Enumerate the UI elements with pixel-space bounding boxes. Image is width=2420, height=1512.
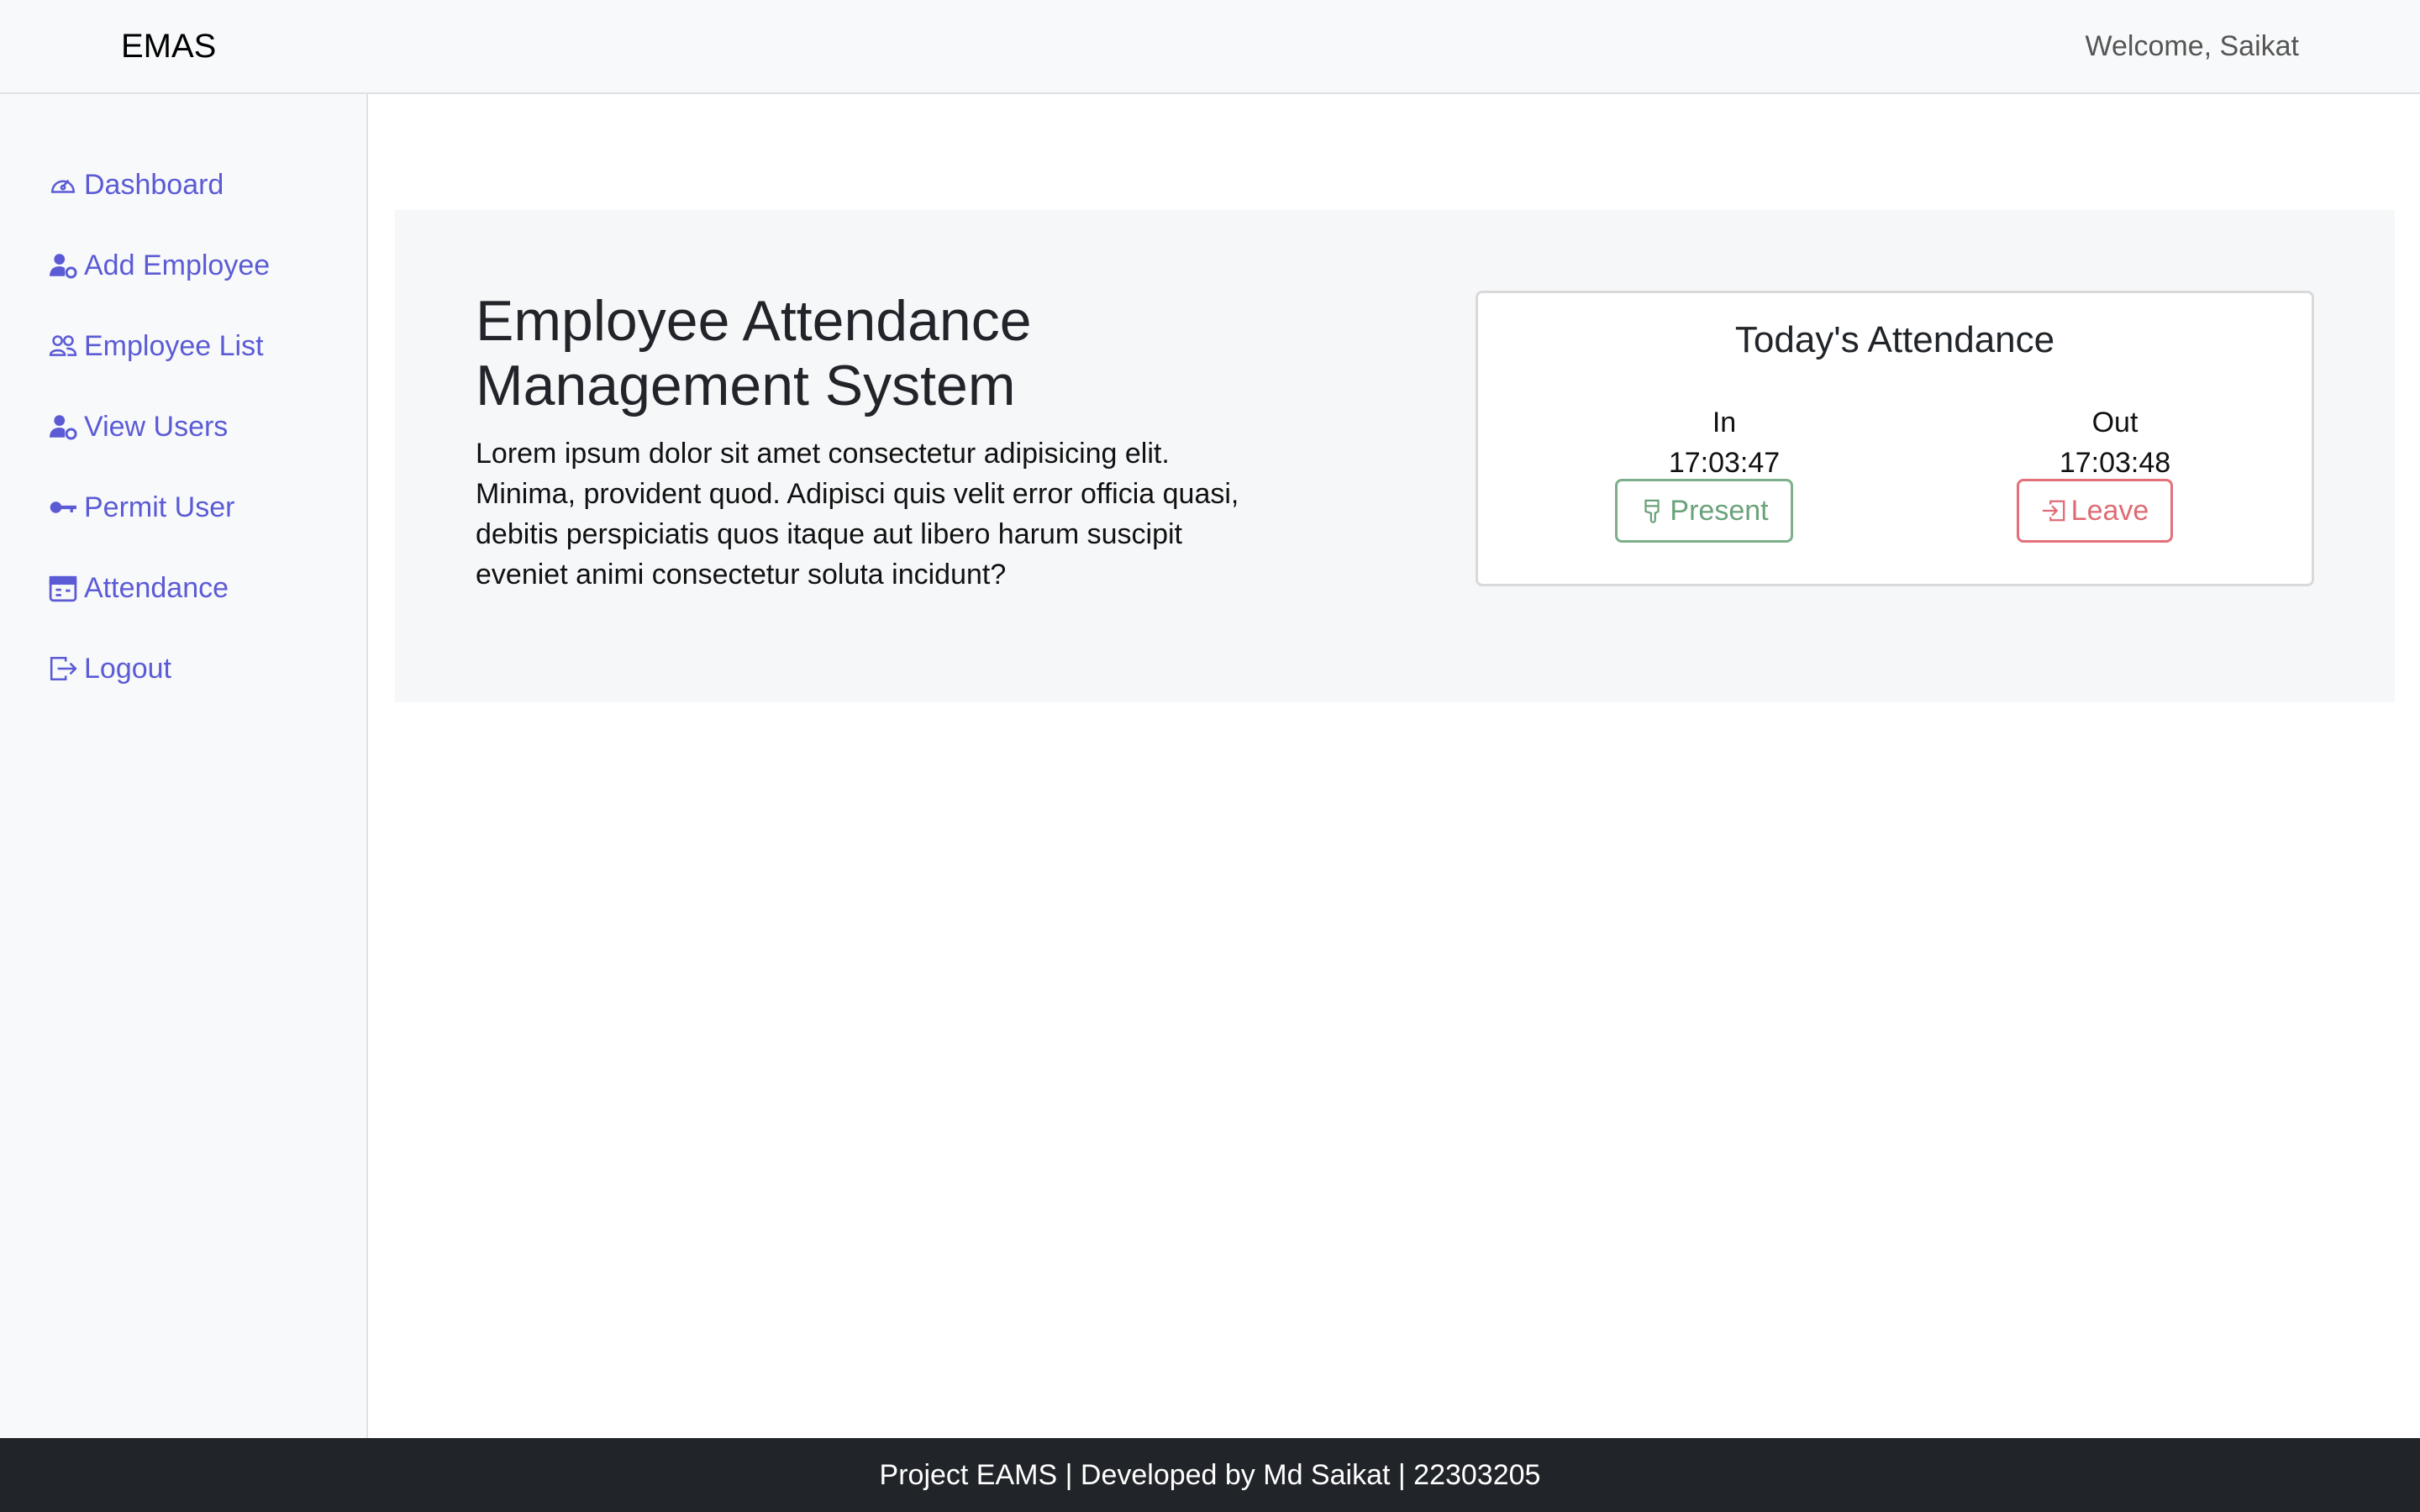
present-button-label: Present: [1670, 494, 1769, 527]
check-in-label: In: [1712, 407, 1737, 438]
hero-description-line: debitis perspiciatis quos itaque aut lib…: [476, 518, 1183, 550]
hero-panel: Employee Attendance Management System Lo…: [395, 210, 2395, 702]
check-in-time: 17:03:47: [1668, 447, 1781, 479]
sidebar-item-label: Add Employee: [84, 249, 271, 281]
check-out-label: Out: [2091, 407, 2139, 438]
hero-description-line: Lorem ipsum dolor sit amet consectetur a…: [476, 438, 1170, 470]
sidebar-item-label: Logout: [84, 653, 171, 685]
person-gear-icon: [50, 254, 77, 279]
page-title-line: Management System: [476, 354, 1016, 417]
hero-description-line: Minima, provident quod. Adipisci quis ve…: [476, 478, 1239, 510]
sidebar-item-dashboard[interactable]: Dashboard: [49, 160, 224, 210]
sidebar: Dashboard Add Employee Employee List Vie…: [0, 94, 368, 1438]
calendar-card-icon: [49, 575, 77, 602]
brand-logo-text[interactable]: EMAS: [121, 22, 216, 71]
footer: Project EAMS | Developed by Md Saikat | …: [0, 1438, 2420, 1512]
sidebar-item-employee-list[interactable]: Employee List: [49, 321, 264, 371]
hand-down-icon: [1644, 499, 1660, 523]
check-out-column: Out 17:03:48: [1989, 402, 2241, 483]
people-icon: [49, 335, 77, 356]
sidebar-item-logout[interactable]: Logout: [49, 643, 171, 694]
sidebar-item-permit-user[interactable]: Permit User: [49, 482, 234, 533]
attendance-card-title: Today's Attendance: [1734, 319, 2055, 360]
leave-button[interactable]: Leave: [2017, 479, 2173, 543]
person-gear-icon: [50, 415, 77, 440]
page-title-line: Employee Attendance: [476, 289, 1032, 353]
leave-button-label: Leave: [2070, 494, 2149, 527]
sidebar-item-view-users[interactable]: View Users: [49, 402, 228, 452]
sidebar-item-label: View Users: [84, 411, 229, 443]
top-navbar: EMAS Welcome, Saikat: [0, 0, 2420, 94]
page-title: Employee Attendance Management System: [476, 289, 1400, 418]
present-button[interactable]: Present: [1615, 479, 1793, 543]
sidebar-item-label: Employee List: [84, 330, 264, 362]
box-arrow-right-icon: [50, 656, 77, 681]
check-in-column: In 17:03:47: [1598, 402, 1850, 483]
hero-description-line: eveniet animi consectetur soluta incidun…: [476, 559, 1007, 591]
attendance-card: Today's Attendance In 17:03:47 Out 17:03…: [1476, 291, 2314, 586]
sidebar-item-label: Dashboard: [84, 169, 224, 201]
check-out-time: 17:03:48: [2059, 447, 2171, 479]
sidebar-item-label: Attendance: [84, 572, 229, 604]
footer-text: Project EAMS | Developed by Md Saikat | …: [879, 1459, 1541, 1491]
sidebar-item-attendance[interactable]: Attendance: [49, 563, 229, 613]
sidebar-item-label: Permit User: [84, 491, 235, 523]
key-icon: [50, 501, 76, 513]
sidebar-item-add-employee[interactable]: Add Employee: [49, 240, 270, 291]
welcome-text: Welcome, Saikat: [2085, 30, 2299, 62]
speedometer-icon: [50, 179, 76, 193]
box-arrow-in-right-icon: [2042, 500, 2065, 522]
hero-description: Lorem ipsum dolor sit amet consectetur a…: [476, 433, 1316, 595]
